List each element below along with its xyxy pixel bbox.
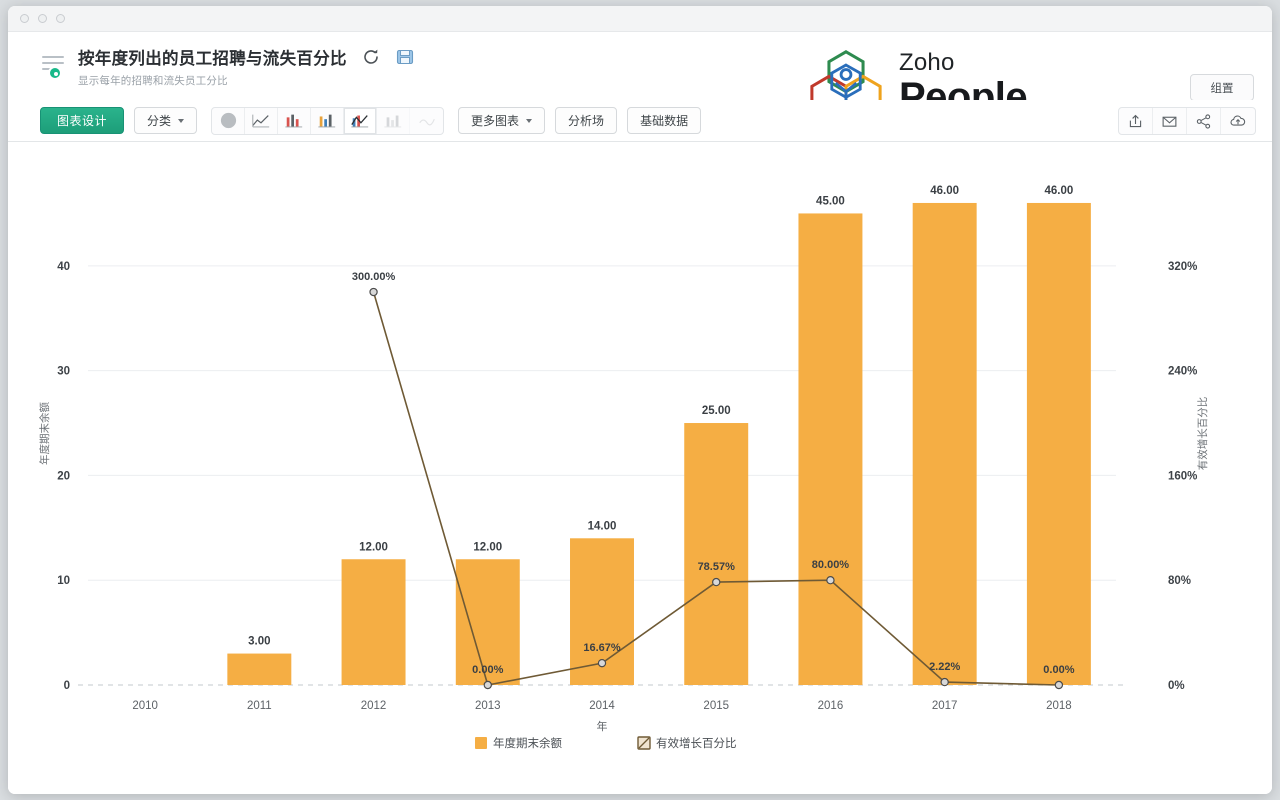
y2-axis-tick: 80% [1168,575,1191,587]
action-icon-group [1118,107,1256,135]
line-point[interactable] [826,576,835,585]
chevron-down-icon [178,118,185,123]
legend-swatch [475,737,487,749]
report-icon [40,51,68,81]
line-value-label: 300.00% [352,271,396,283]
legend-label[interactable]: 年度期末余额 [493,736,562,750]
pie-chart-icon[interactable] [212,107,246,134]
line-value-label: 0.00% [472,664,503,676]
chart-canvas: 0 10 20 30 40 0% 80% 160% 240% 320% 年度期末余额 有效增长百分比年… [8,142,1272,794]
share-icon[interactable] [1187,108,1221,134]
y2-axis-tick: 0% [1168,680,1185,692]
y-axis-tick: 30 [57,366,70,378]
x-axis-tick: 2017 [932,700,958,712]
column-chart-icon[interactable] [311,107,345,134]
y2-axis-tick: 240% [1168,366,1197,378]
bar-chart-icon[interactable] [278,107,312,134]
area-chart-icon[interactable] [377,107,411,134]
x-axis-tick: 2010 [132,700,158,712]
y-axis-tick: 20 [57,470,70,482]
bar-value-label: 25.00 [702,405,731,417]
bar-value-label: 12.00 [473,541,502,553]
window-minimize-dot[interactable] [38,14,47,23]
legend-label[interactable]: 有效增长百分比 [656,736,737,750]
bar[interactable] [684,423,749,685]
x-axis-tick: 2013 [475,700,501,712]
bar[interactable] [1026,202,1091,686]
line-point[interactable] [483,680,492,690]
refresh-icon[interactable] [361,47,381,67]
line-value-label: 2.22% [929,661,960,673]
x-axis-title: 年 [597,719,608,733]
y-axis-tick: 0 [64,680,70,692]
more-charts-label: 更多图表 [471,114,520,128]
y-axis-tick: 40 [57,261,70,273]
bar-value-label: 14.00 [588,520,617,532]
window-titlebar [8,6,1272,32]
x-axis-tick: 2011 [247,700,272,712]
chevron-down-icon [526,118,533,123]
bar[interactable] [798,213,863,685]
page-subtitle: 显示每年的招聘和流失员工分比 [78,74,228,87]
export-icon[interactable] [1119,108,1153,134]
page-title: 按年度列出的员工招聘与流失百分比 [78,49,347,68]
more-charts-dropdown[interactable]: 更多图表 [458,107,546,134]
bar-value-label: 46.00 [1044,185,1073,197]
line-point[interactable] [597,658,607,668]
chart-type-group [211,106,445,135]
line-point[interactable] [369,287,378,297]
line-point[interactable] [940,677,949,687]
bar-value-label: 46.00 [930,185,959,197]
category-dropdown-label: 分类 [147,114,172,128]
base-data-button[interactable]: 基础数据 [627,107,702,134]
x-axis-tick: 2015 [703,700,729,712]
x-axis-tick: 2016 [818,700,844,712]
bar[interactable] [912,202,977,686]
analysis-button[interactable]: 分析场 [555,107,618,134]
title-block: 按年度列出的员工招聘与流失百分比 显示每年的招聘和流失员工分比 [78,45,415,88]
window-close-dot[interactable] [20,14,29,23]
logo-zoho-text: Zoho [899,49,955,76]
line-value-label: 0.00% [1043,664,1074,676]
y2-axis-tick: 160% [1168,470,1197,482]
line-point[interactable] [712,577,721,587]
x-axis-tick: 2018 [1046,700,1072,712]
y-axis-title: 年度期末余额 [38,402,51,465]
x-axis-tick: 2012 [361,700,387,712]
line-value-label: 78.57% [698,561,736,573]
save-icon[interactable] [395,47,415,67]
scatter-chart-icon[interactable] [410,108,443,134]
app-window: 按年度列出的员工招聘与流失百分比 显示每年的招聘和流失员工分比 Zoho Peo… [8,6,1272,794]
chart-toolbar: 图表设计 分类 更多图表 分析场 基础数据 [8,100,1272,142]
x-axis-tick: 2014 [589,700,615,712]
line-chart-icon[interactable] [245,107,279,134]
bar-value-label: 12.00 [359,541,388,553]
bar-value-label: 45.00 [816,195,845,207]
cloud-upload-icon[interactable] [1221,108,1255,134]
line-value-label: 16.67% [583,642,621,654]
page-header: 按年度列出的员工招聘与流失百分比 显示每年的招聘和流失员工分比 Zoho Peo… [8,32,1272,118]
combo-chart-icon[interactable] [344,107,378,134]
y2-axis-tick: 320% [1168,261,1197,273]
chart-design-button[interactable]: 图表设计 [40,107,125,134]
y2-axis-title: 有效增长百分比 [1196,397,1209,471]
settings-button[interactable]: 组置 [1190,74,1254,101]
line-point[interactable] [1054,680,1064,690]
line-value-label: 80.00% [812,559,850,571]
category-dropdown[interactable]: 分类 [134,107,198,134]
bar-value-label: 3.00 [248,636,270,648]
combo-chart: 0102030400%80%160%240%320%年度期末余额 有效增长百分比年… [38,185,1209,750]
window-maximize-dot[interactable] [56,14,65,23]
y-axis-tick: 10 [57,575,70,587]
bar[interactable] [227,653,292,685]
email-icon[interactable] [1153,108,1187,134]
bar[interactable] [341,559,406,685]
